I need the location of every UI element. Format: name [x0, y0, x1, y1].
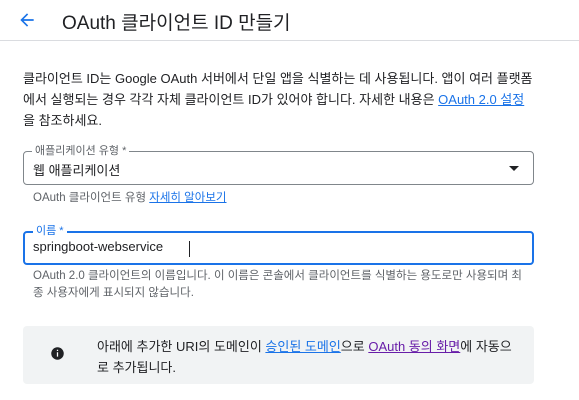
intro-text: 클라이언트 ID는 Google OAuth 서버에서 단일 앱을 식별하는 데…: [23, 68, 533, 131]
dropdown-arrow-icon: [509, 166, 519, 171]
oauth-consent-screen-link[interactable]: OAuth 동의 화면: [368, 339, 460, 354]
name-label: 이름 *: [33, 224, 67, 238]
application-type-hint: OAuth 클라이언트 유형 자세히 알아보기: [33, 190, 227, 207]
name-field: 이름 *: [23, 224, 534, 265]
oauth-setup-link[interactable]: OAuth 2.0 설정: [438, 92, 524, 107]
authorized-domain-notice: 아래에 추가한 URI의 도메인이 승인된 도메인으로 OAuth 동의 화면에…: [23, 326, 534, 384]
notice-text-1: 아래에 추가한 URI의 도메인이: [97, 339, 266, 354]
application-type-hint-text: OAuth 클라이언트 유형: [33, 192, 150, 204]
name-hint: OAuth 2.0 클라이언트의 이름입니다. 이 이름은 콘솔에서 클라이언트…: [33, 270, 522, 299]
intro-text-after: 을 참조하세요.: [23, 113, 102, 128]
notice-text: 아래에 추가한 URI의 도메인이 승인된 도메인으로 OAuth 동의 화면에…: [97, 336, 517, 378]
info-icon: [51, 347, 64, 360]
authorized-domains-link[interactable]: 승인된 도메인: [265, 339, 340, 354]
text-cursor: [189, 241, 190, 257]
header: OAuth 클라이언트 ID 만들기: [0, 0, 579, 41]
application-type-select[interactable]: 애플리케이션 유형 * 웹 애플리케이션: [23, 144, 534, 185]
arrow-back-icon: [20, 13, 34, 27]
learn-more-link[interactable]: 자세히 알아보기: [149, 192, 226, 204]
page-title: OAuth 클라이언트 ID 만들기: [62, 13, 291, 34]
back-button[interactable]: [12, 6, 42, 34]
application-type-value: 웹 애플리케이션: [33, 163, 121, 178]
name-input[interactable]: [33, 239, 523, 254]
application-type-label: 애플리케이션 유형 *: [32, 144, 130, 158]
notice-text-2: 으로: [340, 339, 369, 354]
